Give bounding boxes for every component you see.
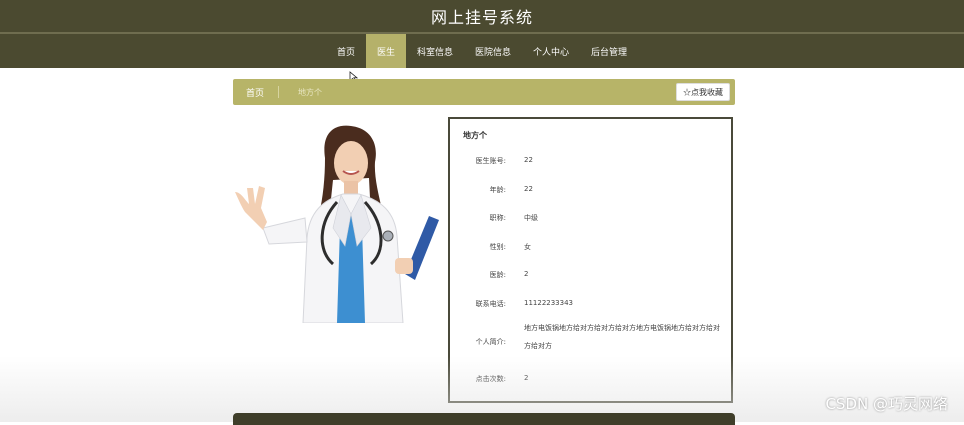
field-value: 地方电饭锅地方给对方给对方给对方地方电饭锅地方给对方给对方给对方 [524,324,720,350]
breadcrumb-home-link[interactable]: 首页 [246,86,264,99]
footer-bar [233,413,735,425]
nav-hospital-info[interactable]: 医院信息 [464,34,522,68]
field-value: 2 [524,270,529,278]
field-value: 11122233343 [524,299,573,307]
nav-home[interactable]: 首页 [326,34,366,68]
breadcrumb-current: 地方个 [298,87,323,97]
nav-department-info[interactable]: 科室信息 [406,34,464,68]
main-nav: 首页 医生 科室信息 医院信息 个人中心 后台管理 [0,34,964,68]
field-value: 22 [524,185,533,193]
field-label: 个人简介: [475,338,506,346]
field-value: 2 [524,374,529,382]
field-label: 年龄: [489,186,506,194]
doctor-info-panel: 地方个 医生账号: 22 年龄: 22 职称: 中级 性别: 女 医龄: 2 联… [448,117,733,403]
field-value: 22 [524,156,533,164]
field-value: 中级 [524,214,538,222]
favorite-button[interactable]: ☆点我收藏 [676,83,730,101]
field-label: 职称: [489,214,506,222]
nav-admin[interactable]: 后台管理 [580,34,638,68]
nav-personal-center[interactable]: 个人中心 [522,34,580,68]
site-header: 网上挂号系统 [0,0,964,34]
field-label: 性别: [489,243,506,251]
field-label: 医生账号: [475,157,506,165]
field-label: 医龄: [489,271,506,279]
doctor-name: 地方个 [463,131,487,140]
field-value: 女 [524,243,531,251]
breadcrumb: 首页 地方个 ☆点我收藏 [233,79,735,105]
field-label: 点击次数: [475,375,506,383]
doctor-photo [235,125,439,323]
nav-doctor[interactable]: 医生 [365,34,406,68]
site-title: 网上挂号系统 [430,8,533,27]
breadcrumb-separator [278,86,280,98]
watermark: CSDN @巧灵网络 [825,395,948,413]
field-label: 联系电话: [475,300,506,308]
